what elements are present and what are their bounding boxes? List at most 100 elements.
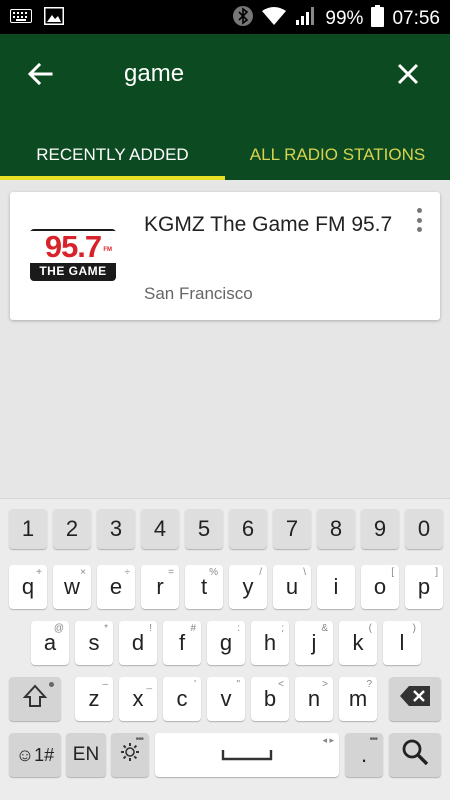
key-secondary-label: # <box>190 623 196 634</box>
search-input[interactable]: game <box>124 60 184 88</box>
battery-percent: 99% <box>325 8 364 29</box>
back-button[interactable] <box>18 56 62 96</box>
app-bar: game RECENTLY ADDED ALL RADIO STATIONS <box>0 34 450 180</box>
key-secondary-label: = <box>168 567 174 578</box>
key-secondary-label: – <box>102 679 108 690</box>
station-card[interactable]: 95.7 FM THE GAME KGMZ The Game FM 95.7 S… <box>10 192 440 320</box>
key-secondary-label: ) <box>412 623 416 634</box>
key-c[interactable]: ' c <box>163 677 201 721</box>
key-d[interactable]: ! d <box>119 621 157 665</box>
key-label: j <box>311 630 317 655</box>
key-secondary-label: ! <box>149 623 152 634</box>
key-e[interactable]: ÷ e <box>97 565 135 609</box>
key-5[interactable]: 5 <box>185 509 223 549</box>
key-label: 4 <box>153 516 167 541</box>
key-label: 1 <box>21 516 35 541</box>
key-secondary-label: \ <box>303 567 306 578</box>
key-secondary-label: ] <box>435 567 438 578</box>
key-x[interactable]: _ x <box>119 677 157 721</box>
tab-label: ALL RADIO STATIONS <box>249 145 426 164</box>
key-label: p <box>417 574 431 599</box>
key-y[interactable]: / y <box>229 565 267 609</box>
key-t[interactable]: % t <box>185 565 223 609</box>
key-label: t <box>200 574 208 599</box>
key-b[interactable]: < b <box>251 677 289 721</box>
shift-key[interactable] <box>9 677 61 721</box>
key-2[interactable]: 2 <box>53 509 91 549</box>
tab-label: RECENTLY ADDED <box>36 145 189 164</box>
key-secondary-label: > <box>322 679 328 690</box>
key-m[interactable]: ? m <box>339 677 377 721</box>
clock: 07:56 <box>392 8 440 29</box>
station-logo: 95.7 FM THE GAME <box>30 229 116 281</box>
tab-recently-added[interactable]: RECENTLY ADDED <box>0 130 225 180</box>
key-label: x <box>132 686 144 711</box>
key-n[interactable]: > n <box>295 677 333 721</box>
key-label: 5 <box>197 516 211 541</box>
key-f[interactable]: # f <box>163 621 201 665</box>
backspace-key[interactable] <box>389 677 441 721</box>
clear-search-button[interactable] <box>388 56 428 96</box>
key-secondary-label: / <box>259 567 262 578</box>
close-icon <box>397 63 419 90</box>
key-r[interactable]: = r <box>141 565 179 609</box>
search-icon <box>401 738 429 772</box>
key-3[interactable]: 3 <box>97 509 135 549</box>
search-key[interactable] <box>389 733 441 777</box>
key-label: c <box>176 686 188 711</box>
key-a[interactable]: @ a <box>31 621 69 665</box>
key-label: z <box>88 686 100 711</box>
key-w[interactable]: × w <box>53 565 91 609</box>
key-s[interactable]: * s <box>75 621 113 665</box>
station-name: KGMZ The Game FM 95.7 <box>144 213 393 236</box>
key-label: r <box>156 574 164 599</box>
key-label: u <box>285 574 299 599</box>
gear-icon <box>119 741 141 769</box>
key-q[interactable]: + q <box>9 565 47 609</box>
key-secondary-label: : <box>237 623 240 634</box>
key-o[interactable]: [o <box>361 565 399 609</box>
key-secondary-label: & <box>321 623 328 634</box>
emoji-symbols-key[interactable]: ☺1# <box>9 733 61 777</box>
key-l[interactable]: ) l <box>383 621 421 665</box>
more-options-button[interactable] <box>410 206 428 234</box>
key-h[interactable]: ; h <box>251 621 289 665</box>
key-label: h <box>263 630 277 655</box>
key-secondary-label: @ <box>53 623 64 634</box>
key-secondary-label: × <box>80 567 86 578</box>
key-label: n <box>307 686 321 711</box>
tab-all-radio-stations[interactable]: ALL RADIO STATIONS <box>225 130 450 180</box>
key-k[interactable]: (k <box>339 621 377 665</box>
key-g[interactable]: :g <box>207 621 245 665</box>
key-label: o <box>373 574 387 599</box>
settings-key[interactable]: ••• <box>111 733 149 777</box>
key-label: e <box>109 574 123 599</box>
bluetooth-icon <box>233 5 254 33</box>
space-key[interactable]: ◂ ▸ <box>155 733 339 777</box>
language-key[interactable]: EN <box>66 733 106 777</box>
key-label: g <box>219 630 233 655</box>
station-location: San Francisco <box>144 284 253 303</box>
key-6[interactable]: 6 <box>229 509 267 549</box>
key-secondary-label: ; <box>281 623 284 634</box>
key-label: 2 <box>65 516 79 541</box>
key-label: 6 <box>241 516 255 541</box>
battery-icon <box>371 5 385 33</box>
key-z[interactable]: – z <box>75 677 113 721</box>
key-4[interactable]: 4 <box>141 509 179 549</box>
key-7[interactable]: 7 <box>273 509 311 549</box>
key-0[interactable]: 0 <box>405 509 443 549</box>
shift-icon <box>22 683 48 715</box>
key-secondary-label: * <box>104 623 108 634</box>
key-label: 3 <box>109 516 123 541</box>
key-j[interactable]: & j <box>295 621 333 665</box>
period-key[interactable]: ••• . <box>345 733 383 777</box>
key-9[interactable]: 9 <box>361 509 399 549</box>
key-v[interactable]: " v <box>207 677 245 721</box>
key-8[interactable]: 8 <box>317 509 355 549</box>
key-u[interactable]: \ u <box>273 565 311 609</box>
key-i[interactable]: i <box>317 565 355 609</box>
key-1[interactable]: 1 <box>9 509 47 549</box>
key-p[interactable]: ] p <box>405 565 443 609</box>
key-label: v <box>220 686 232 711</box>
